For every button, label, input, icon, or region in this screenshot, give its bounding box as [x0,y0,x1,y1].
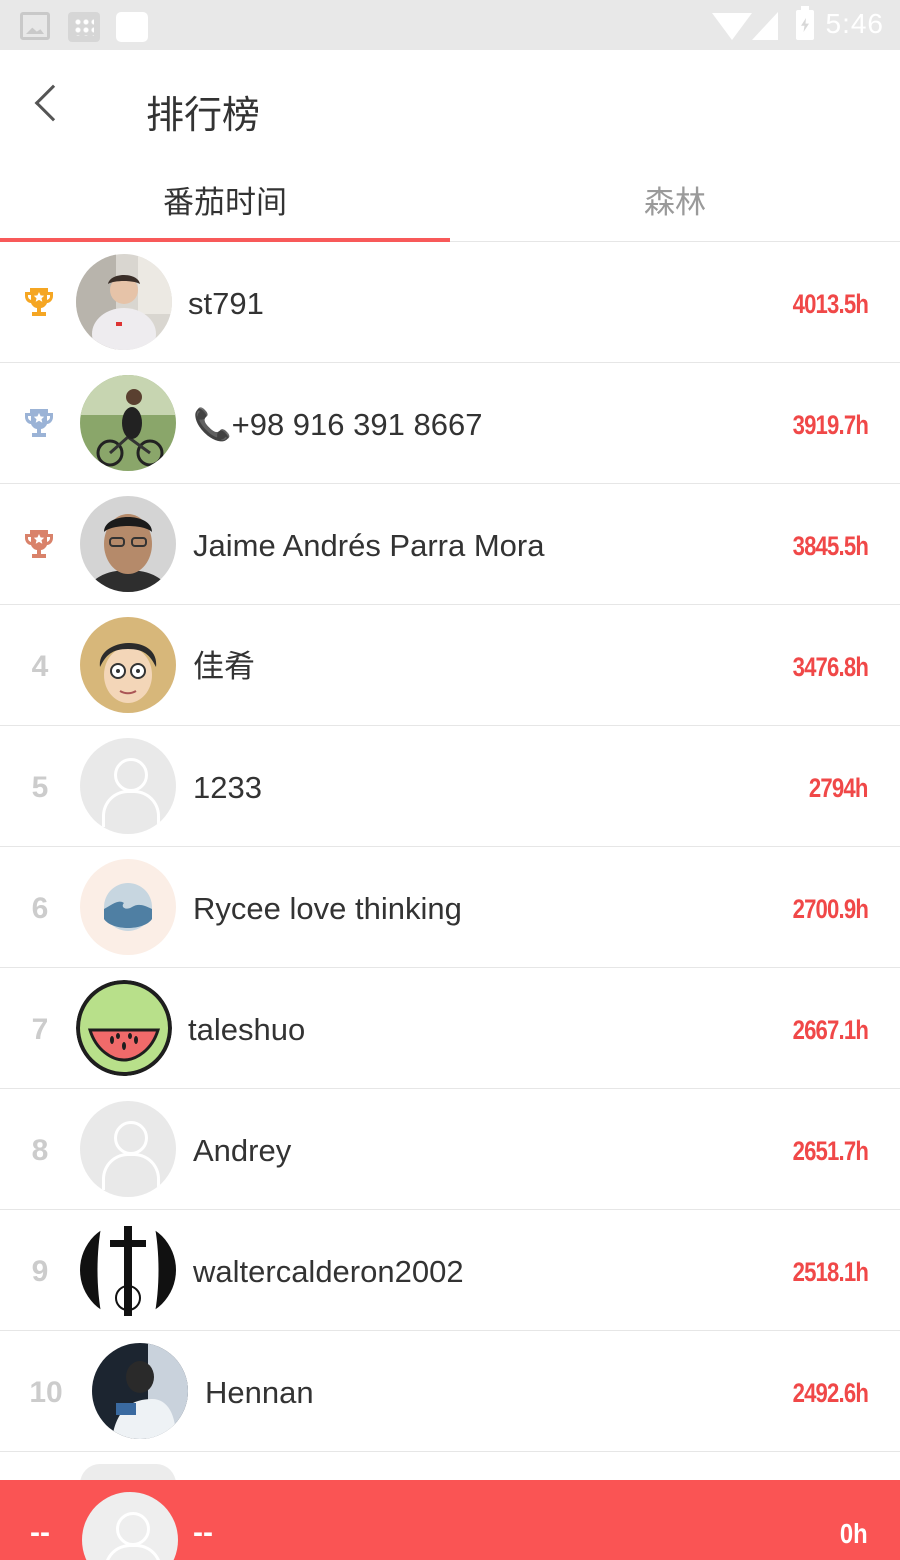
tab-tomato-time[interactable]: 番茄时间 [0,160,450,242]
user-name: 佳肴 [193,649,255,684]
avatar [76,254,172,350]
user-name: waltercalderon2002 [193,1254,464,1289]
user-name: Jaime Andrés Parra Mora [193,528,545,563]
leaderboard-row[interactable]: 8 Andrey 2651.7h [0,1089,900,1210]
wifi-icon [712,13,752,40]
battery-charging-icon [796,6,814,40]
focus-hours: 2651.7h [792,1136,868,1166]
tab-bar: 番茄时间 森林 [0,160,900,242]
user-name: 1233 [193,770,262,805]
my-focus-hours: 0h [840,1518,868,1549]
leaderboard-row[interactable]: 6 Rycee love thinking 2700.9h [0,847,900,968]
avatar [92,1343,188,1439]
gold-trophy-icon [25,288,53,316]
app-header: 排行榜 [0,50,900,160]
rank-number: 7 [31,1013,49,1046]
user-name: Andrey [193,1133,292,1168]
user-name: taleshuo [188,1012,306,1047]
rank-number: 6 [31,892,49,925]
avatar [76,980,172,1076]
focus-hours: 2518.1h [792,1257,868,1287]
leaderboard-row[interactable]: Jaime Andrés Parra Mora 3845.5h [0,484,900,605]
focus-hours: 3476.8h [792,652,868,682]
rank-number: 9 [31,1255,49,1288]
status-time: 5:46 [825,8,884,39]
notification-icon [116,12,148,42]
app-notification-icon [68,12,100,42]
rank-number: 8 [31,1134,49,1167]
my-rank-bar[interactable]: -- -- 0h [0,1480,900,1560]
leaderboard-row[interactable]: 9 waltercalderon2002 2518.1h [0,1210,900,1331]
user-name: Rycee love thinking [193,891,462,926]
my-avatar-icon [82,1492,178,1560]
focus-hours: 3845.5h [792,531,868,561]
leaderboard-row[interactable]: 📞+98 916 391 8667 3919.7h [0,363,900,484]
status-bar: 5:46 [0,0,900,50]
avatar [80,375,176,471]
focus-hours: 2667.1h [792,1015,868,1045]
rank-number: 4 [31,650,49,683]
back-button[interactable] [22,78,72,136]
leaderboard-row[interactable]: st791 4013.5h [0,242,900,363]
focus-hours: 2794h [809,773,868,803]
avatar [80,859,176,955]
leaderboard-row[interactable]: 7 taleshuo 2667.1h [0,968,900,1089]
avatar [80,1222,176,1318]
focus-hours: 2492.6h [792,1378,868,1408]
my-name: -- [193,1516,213,1549]
default-avatar-icon [80,738,176,834]
page-title: 排行榜 [146,95,261,137]
chevron-left-icon [34,84,72,122]
tab-forest[interactable]: 森林 [450,160,900,242]
leaderboard-row[interactable]: 10 Hennan 2492.6h [0,1331,900,1452]
my-rank-number: -- [30,1516,50,1549]
rank-number: 10 [29,1376,63,1409]
rank-number: 5 [31,771,49,804]
focus-hours: 2700.9h [792,894,868,924]
avatar [80,496,176,592]
bronze-trophy-icon [25,530,53,558]
user-name: st791 [188,286,264,321]
leaderboard-row[interactable]: 4 佳肴 3476.8h [0,605,900,726]
signal-icon [752,12,778,40]
user-name: 📞+98 916 391 8667 [193,407,483,442]
silver-trophy-icon [25,409,53,437]
user-name: Hennan [205,1375,314,1410]
image-notification-icon [20,12,50,40]
avatar [80,617,176,713]
focus-hours: 4013.5h [792,289,868,319]
focus-hours: 3919.7h [792,410,868,440]
default-avatar-icon [80,1101,176,1197]
leaderboard-row[interactable]: 5 1233 2794h [0,726,900,847]
